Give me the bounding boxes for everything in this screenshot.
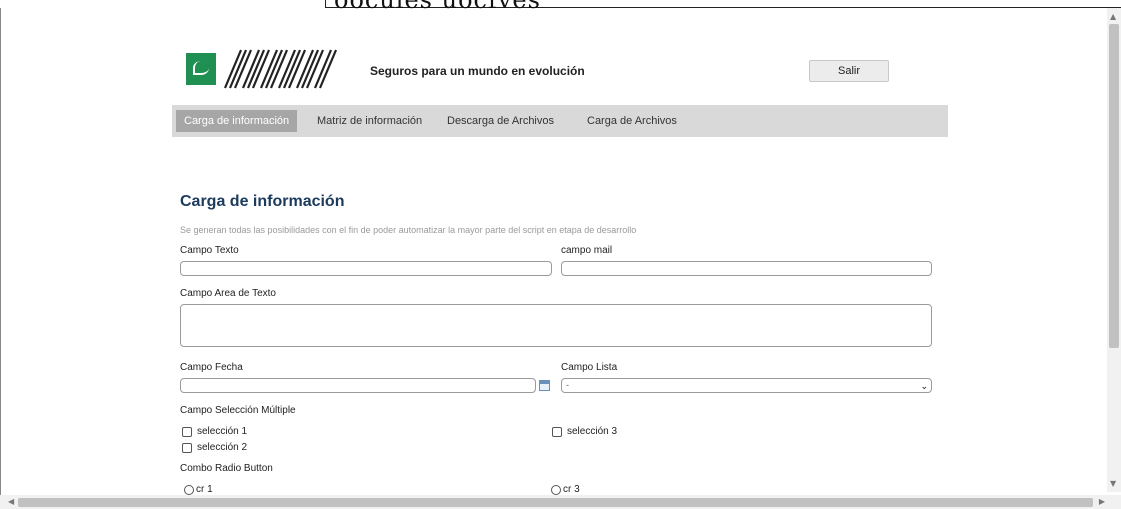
top-strip: oocules uocfves <box>0 0 1121 14</box>
campo-texto-label: Campo Texto <box>180 245 239 256</box>
campo-fecha-input[interactable] <box>180 378 536 393</box>
radio-label: cr 3 <box>563 484 580 495</box>
calendar-icon[interactable] <box>539 380 550 391</box>
campo-mail-label: campo mail <box>561 245 613 256</box>
radio-icon[interactable] <box>184 484 194 495</box>
multi-select-label: Campo Selección Múltiple <box>180 405 296 416</box>
vertical-scroll-thumb[interactable] <box>1109 24 1119 348</box>
radio-label: cr 1 <box>196 484 213 495</box>
tagline: Seguros para un mundo en evolución <box>370 64 585 78</box>
logout-button[interactable]: Salir <box>809 60 889 82</box>
campo-lista-value: - <box>566 380 569 390</box>
campo-mail-input[interactable] <box>561 261 932 276</box>
checkbox-icon[interactable] <box>182 426 192 437</box>
radio-icon[interactable] <box>551 484 561 495</box>
scroll-right-icon[interactable]: ▶ <box>1099 497 1105 506</box>
checkbox-seleccion-1[interactable]: selección 1 <box>182 426 247 437</box>
page-subtitle: Se generan todas las posibilidades con e… <box>180 225 637 235</box>
page-title: Carga de información <box>180 193 345 210</box>
campo-lista-select[interactable]: - ⌄ <box>561 378 932 393</box>
main-nav: Carga de información Matriz de informaci… <box>172 105 948 137</box>
checkbox-label: selección 3 <box>567 426 618 437</box>
checkbox-seleccion-3[interactable]: selección 3 <box>552 426 617 437</box>
checkbox-icon[interactable] <box>552 426 562 437</box>
company-logo-icon <box>223 49 338 89</box>
checkbox-label: selección 1 <box>197 426 248 437</box>
horizontal-scroll-thumb[interactable] <box>18 498 1093 507</box>
nav-item-descarga-archivos[interactable]: Descarga de Archivos <box>439 110 562 132</box>
campo-area-textarea[interactable] <box>180 304 932 347</box>
campo-area-label: Campo Area de Texto <box>180 288 276 299</box>
radio-cr-3[interactable]: cr 3 <box>551 484 580 495</box>
scroll-down-icon[interactable]: ▼ <box>1110 479 1116 488</box>
scroll-up-icon[interactable]: ▲ <box>1110 12 1116 21</box>
vertical-scrollbar[interactable]: ▲ ▼ <box>1107 8 1121 492</box>
bank-logo-icon <box>186 53 216 85</box>
campo-fecha-label: Campo Fecha <box>180 362 243 373</box>
campo-lista-label: Campo Lista <box>561 362 618 373</box>
radio-cr-1[interactable]: cr 1 <box>184 484 213 495</box>
campo-texto-input[interactable] <box>180 261 552 276</box>
checkbox-icon[interactable] <box>182 442 192 453</box>
checkbox-label: selección 2 <box>197 442 248 453</box>
nav-item-carga-archivos[interactable]: Carga de Archivos <box>579 110 685 132</box>
checkbox-seleccion-2[interactable]: selección 2 <box>182 442 247 453</box>
horizontal-scrollbar[interactable]: ◀ ▶ <box>0 495 1121 509</box>
nav-item-carga-informacion[interactable]: Carga de información <box>176 110 298 132</box>
chevron-down-icon: ⌄ <box>920 381 928 391</box>
top-left-border <box>0 0 326 8</box>
scroll-left-icon[interactable]: ◀ <box>8 497 14 506</box>
radio-group-label: Combo Radio Button <box>180 463 273 474</box>
nav-item-matriz-informacion[interactable]: Matriz de información <box>309 110 430 132</box>
